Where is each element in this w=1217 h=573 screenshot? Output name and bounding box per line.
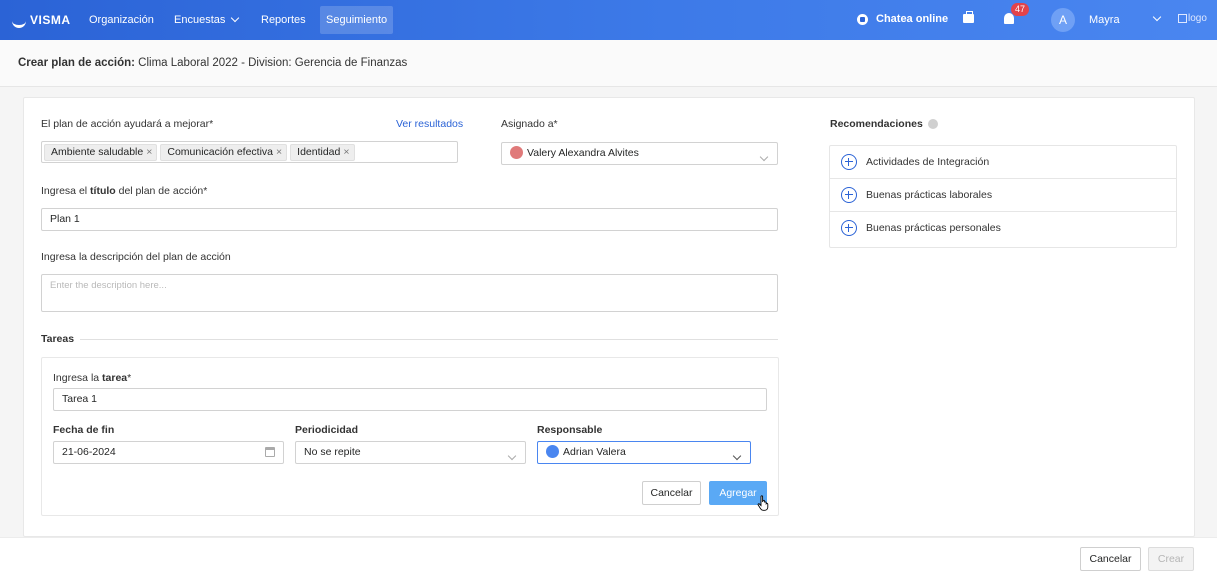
tag-label: Ambiente saludable [51, 146, 144, 158]
visma-logo[interactable]: VISMA [12, 13, 71, 28]
nav-organizacion-label: Organización [89, 14, 154, 26]
calendar-icon[interactable] [265, 447, 275, 457]
description-label: Ingresa la descripción del plan de acció… [41, 251, 231, 263]
recommendations-title: Recomendaciones [830, 118, 938, 130]
user-menu-chevron-icon[interactable] [1147, 12, 1162, 25]
periodicity-label: Periodicidad [295, 424, 359, 436]
title-label-pre: Ingresa el [41, 185, 91, 197]
end-date-value: 21-06-2024 [62, 446, 116, 458]
title-label-bold: título [90, 185, 116, 197]
info-icon[interactable] [927, 119, 938, 130]
recommendation-item[interactable]: Actividades de Integración [830, 146, 1176, 179]
nav-organizacion[interactable]: Organización [83, 0, 160, 40]
recommendation-label: Actividades de Integración [866, 156, 990, 168]
chevron-down-icon [507, 448, 517, 469]
chevron-down-icon [759, 149, 769, 170]
page-title-text: Clima Laboral 2022 - Division: Gerencia … [138, 57, 408, 69]
add-circle-icon[interactable] [841, 220, 857, 236]
task-input[interactable]: Tarea 1 [53, 388, 767, 411]
chat-online-label: Chatea online [876, 13, 949, 25]
assigned-select[interactable]: Valery Alexandra Alvites [501, 142, 778, 165]
notification-badge: 47 [1011, 3, 1030, 16]
tag-label: Identidad [297, 146, 341, 158]
description-textarea[interactable]: Enter the description here... [41, 274, 778, 312]
chevron-down-icon [732, 448, 742, 469]
page-title-prefix: Crear plan de acción: [18, 57, 135, 69]
task-label-bold: tarea [102, 372, 128, 384]
task-label-post: * [127, 372, 132, 384]
hand-cursor-icon [757, 495, 769, 511]
tag-identidad: Identidad × [290, 144, 355, 161]
periodicity-value: No se repite [304, 446, 361, 458]
broken-image-icon [1178, 14, 1187, 23]
title-label-post: del plan de acción* [115, 185, 208, 197]
assigned-label: Asignado a* [501, 118, 558, 130]
visma-mark-icon [12, 16, 26, 28]
cancel-button[interactable]: Cancelar [1080, 547, 1141, 571]
chat-icon [857, 13, 868, 25]
remove-tag-icon[interactable]: × [343, 146, 349, 158]
tag-comunicacion-efectiva: Comunicación efectiva × [160, 144, 288, 161]
improve-tags-input[interactable]: Ambiente saludable × Comunicación efectiva… [41, 141, 458, 163]
briefcase-icon[interactable] [963, 11, 974, 23]
user-name[interactable]: Mayra [1089, 14, 1120, 26]
remove-tag-icon[interactable]: × [146, 146, 152, 158]
nav-seguimiento-label: Seguimiento [326, 14, 388, 26]
nav-encuestas[interactable]: Encuestas [168, 0, 244, 40]
user-avatar-icon [510, 145, 523, 159]
responsible-value: Adrian Valera [563, 446, 626, 458]
improve-label: El plan de acción ayudará a mejorar* [41, 118, 214, 130]
tag-ambiente-saludable: Ambiente saludable × [44, 144, 158, 161]
nav-reportes[interactable]: Reportes [255, 0, 312, 40]
brand-name: VISMA [30, 13, 71, 27]
user-avatar-icon [546, 444, 559, 458]
create-button[interactable]: Crear [1148, 547, 1194, 571]
tag-label: Comunicación efectiva [167, 146, 274, 158]
nav-encuestas-label: Encuestas [174, 14, 226, 26]
page-title: Crear plan de acción: Clima Laboral 2022… [18, 57, 407, 69]
recommendation-label: Buenas prácticas personales [866, 222, 1001, 234]
task-cancel-button[interactable]: Cancelar [642, 481, 701, 505]
recommendations-title-text: Recomendaciones [830, 118, 923, 130]
responsible-label: Responsable [537, 424, 603, 436]
company-logo: logo [1178, 13, 1207, 24]
tasks-heading: Tareas [41, 333, 75, 345]
end-date-input[interactable]: 21-06-2024 [53, 441, 284, 464]
top-navigation-bar: VISMA Organización Encuestas Reportes Se… [0, 0, 1217, 40]
responsible-select[interactable]: Adrian Valera [537, 441, 751, 464]
bell-icon[interactable] [1004, 13, 1014, 24]
title-label: Ingresa el título del plan de acción* [41, 185, 207, 197]
task-label: Ingresa la tarea* [53, 372, 131, 384]
recommendations-list: Actividades de Integración Buenas prácti… [829, 145, 1177, 248]
add-circle-icon[interactable] [841, 154, 857, 170]
logo-alt-text: logo [1188, 13, 1207, 24]
add-circle-icon[interactable] [841, 187, 857, 203]
page-header: Crear plan de acción: Clima Laboral 2022… [0, 40, 1217, 87]
remove-tag-icon[interactable]: × [276, 146, 282, 158]
nav-reportes-label: Reportes [261, 14, 306, 26]
recommendation-item[interactable]: Buenas prácticas laborales [830, 179, 1176, 212]
recommendation-label: Buenas prácticas laborales [866, 189, 993, 201]
chat-online-button[interactable]: Chatea online [857, 13, 948, 25]
plan-title-input[interactable]: Plan 1 [41, 208, 778, 231]
tasks-divider [80, 339, 778, 340]
avatar[interactable]: A [1051, 8, 1075, 32]
nav-seguimiento[interactable]: Seguimiento [320, 6, 394, 34]
periodicity-select[interactable]: No se repite [295, 441, 526, 464]
task-label-pre: Ingresa la [53, 372, 103, 384]
end-date-label: Fecha de fin [53, 424, 115, 436]
see-results-link[interactable]: Ver resultados [396, 118, 463, 130]
chevron-down-icon [231, 13, 240, 23]
footer-actions: Cancelar Crear [0, 537, 1217, 573]
recommendation-item[interactable]: Buenas prácticas personales [830, 212, 1176, 245]
assigned-value: Valery Alexandra Alvites [527, 147, 639, 159]
